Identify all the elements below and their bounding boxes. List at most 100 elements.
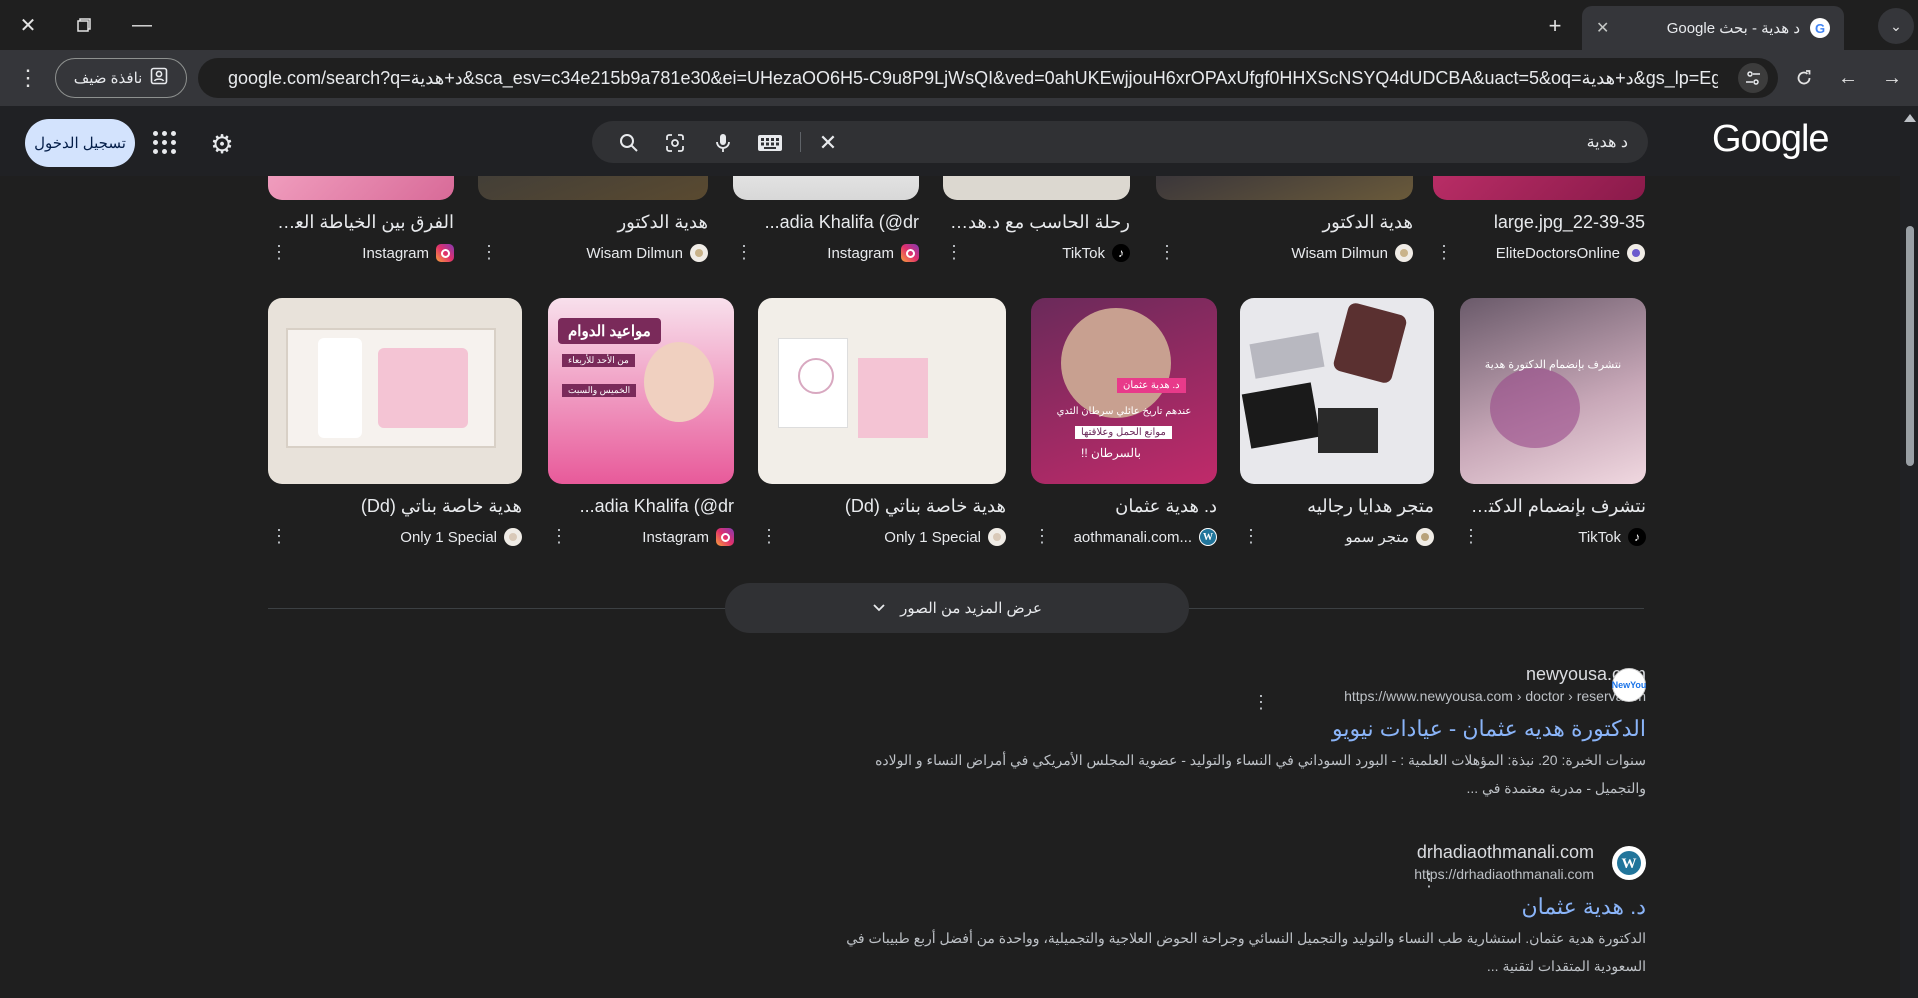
image-thumbnail[interactable] (478, 176, 708, 200)
result-site-name[interactable]: drhadiaothmanali.com (1194, 842, 1594, 863)
settings-gear-icon[interactable]: ⚙ (204, 126, 240, 162)
image-result[interactable]: هدية خاصة بناتي (Dd) Only 1 Special ⋮ (758, 298, 1006, 564)
image-more-options-icon[interactable]: ⋮ (945, 242, 963, 263)
result-site-name[interactable]: newyousa.com (1246, 664, 1646, 685)
result-title-link[interactable]: د. هدية عثمان (1521, 894, 1646, 920)
image-source[interactable]: Wisam Dilmun (1291, 244, 1413, 262)
hours-title: مواعيد الدوام (558, 318, 661, 344)
address-bar[interactable]: google.com/search?q=د+هدية&sca_esv=c34e2… (198, 58, 1778, 98)
image-more-options-icon[interactable]: ⋮ (1033, 526, 1051, 547)
image-result[interactable]: د. هدية عثمان عندهم تاريخ عائلي سرطان الث… (1031, 298, 1217, 564)
restore-window-icon[interactable] (64, 10, 104, 40)
search-icon[interactable] (616, 130, 642, 156)
google-apps-icon[interactable] (150, 128, 180, 158)
image-title[interactable]: متجر هدايا رجاليه (1244, 496, 1434, 517)
image-result[interactable]: هدية خاصة بناتي (Dd) Only 1 Special ⋮ (268, 298, 522, 564)
image-title[interactable]: adia Khalifa (@dr... (737, 212, 919, 233)
image-result[interactable]: هدية الدكتور Wisam Dilmun ⋮ (1156, 176, 1413, 280)
image-title[interactable]: هدية خاصة بناتي (Dd) (272, 496, 522, 517)
close-tab-icon[interactable]: ✕ (1596, 18, 1609, 38)
image-title[interactable]: رحلة الحاسب مع د.هديةـ... (947, 212, 1130, 233)
image-more-options-icon[interactable]: ⋮ (1435, 242, 1453, 263)
image-result[interactable]: متجر هدايا رجاليه متجر سمو ⋮ (1240, 298, 1434, 564)
image-more-options-icon[interactable]: ⋮ (550, 526, 568, 547)
show-more-images-button[interactable]: عرض المزيد من الصور (725, 583, 1189, 633)
image-source[interactable]: ♪ TikTok (1578, 528, 1646, 546)
tab-search-button[interactable]: ⌄ (1878, 8, 1914, 44)
browser-menu-icon[interactable]: ⋮ (14, 64, 42, 92)
image-more-options-icon[interactable]: ⋮ (1242, 526, 1260, 547)
image-title[interactable]: الفرق بين الخياطة العادية... (272, 212, 454, 233)
image-title[interactable]: large.jpg_22-39-35 (1437, 212, 1645, 233)
image-thumbnail[interactable] (1156, 176, 1413, 200)
google-lens-icon[interactable] (662, 130, 688, 156)
image-source[interactable]: W ...aothmanali.com (1074, 528, 1217, 546)
google-logo[interactable]: Google (1712, 118, 1830, 161)
image-title[interactable]: هدية خاصة بناتي (Dd) (762, 496, 1006, 517)
minimize-window-icon[interactable]: — (122, 10, 162, 40)
image-thumbnail[interactable]: نتشرف بإنضمام الدكتورة هدية (1460, 298, 1646, 484)
image-source[interactable]: Only 1 Special (400, 528, 522, 546)
source-name: Wisam Dilmun (586, 244, 683, 262)
sign-in-button[interactable]: تسجيل الدخول (25, 119, 135, 167)
image-title[interactable]: هدية الدكتور (1160, 212, 1413, 233)
image-result[interactable]: رحلة الحاسب مع د.هديةـ... ♪ TikTok ⋮ (943, 176, 1130, 280)
image-more-options-icon[interactable]: ⋮ (760, 526, 778, 547)
microphone-icon[interactable] (710, 130, 736, 156)
forward-arrow-icon[interactable]: → (1878, 64, 1906, 92)
result-cite[interactable]: https://www.newyousa.com › doctor › rese… (1246, 688, 1646, 704)
site-info-icon[interactable] (1738, 63, 1768, 93)
image-thumbnail[interactable] (1433, 176, 1645, 200)
new-tab-button[interactable]: + (1540, 12, 1570, 40)
image-more-options-icon[interactable]: ⋮ (1462, 526, 1480, 547)
image-thumbnail[interactable] (758, 298, 1006, 484)
search-box[interactable]: ✕ (592, 121, 1648, 163)
thumb-caption: بالسرطان !! (1081, 446, 1141, 460)
guest-profile-button[interactable]: نافذة ضيف (55, 58, 187, 98)
result-cite[interactable]: https://drhadiaothmanali.com (1194, 866, 1594, 882)
image-thumbnail[interactable] (268, 298, 522, 484)
image-title[interactable]: هدية الدكتور (482, 212, 708, 233)
image-source[interactable]: EliteDoctorsOnline (1496, 244, 1645, 262)
image-more-options-icon[interactable]: ⋮ (270, 526, 288, 547)
keyboard-icon[interactable] (754, 130, 786, 156)
image-thumbnail[interactable] (943, 176, 1130, 200)
image-result[interactable]: نتشرف بإنضمام الدكتورة هدية نتشرف بإنضمام… (1460, 298, 1646, 564)
image-source[interactable]: متجر سمو (1345, 528, 1434, 546)
image-result[interactable]: large.jpg_22-39-35 EliteDoctorsOnline ⋮ (1433, 176, 1645, 280)
close-window-icon[interactable]: ✕ (8, 10, 48, 40)
image-more-options-icon[interactable]: ⋮ (735, 242, 753, 263)
image-thumbnail[interactable]: الفرق بين (268, 176, 454, 200)
browser-tab[interactable]: G د هدية - بحث Google ✕ (1582, 6, 1844, 50)
image-source[interactable]: Instagram (642, 528, 734, 546)
image-result[interactable]: الفرق بين الفرق بين الخياطة العادية... Ins… (268, 176, 454, 280)
result-more-icon[interactable]: ⋮ (1420, 870, 1438, 891)
image-thumbnail[interactable]: مواعيد الدوام من الأحد للأربعاء الخميس وال… (548, 298, 734, 484)
image-result[interactable]: مواعيد الدوام من الأحد للأربعاء الخميس وال… (548, 298, 734, 564)
reload-icon[interactable] (1790, 64, 1818, 92)
image-more-options-icon[interactable]: ⋮ (270, 242, 288, 263)
result-more-icon[interactable]: ⋮ (1252, 692, 1270, 713)
result-title-link[interactable]: الدكتورة هديه عثمان - عيادات نيويو (1332, 716, 1646, 742)
image-thumbnail[interactable] (1240, 298, 1434, 484)
image-title[interactable]: نتشرف بإنضمام الدكتوره... (1464, 496, 1646, 517)
wordpress-icon: W (1199, 528, 1217, 546)
image-thumbnail[interactable]: د. هدية عثمان عندهم تاريخ عائلي سرطان الث… (1031, 298, 1217, 484)
image-thumbnail[interactable] (733, 176, 919, 200)
image-source[interactable]: Only 1 Special (884, 528, 1006, 546)
image-title[interactable]: د. هدية عثمان (1035, 496, 1217, 517)
scroll-up-arrow-icon[interactable] (1904, 114, 1916, 122)
image-more-options-icon[interactable]: ⋮ (1158, 242, 1176, 263)
image-source[interactable]: ♪ TikTok (1062, 244, 1130, 262)
image-source[interactable]: Instagram (827, 244, 919, 262)
image-result[interactable]: adia Khalifa (@dr... Instagram ⋮ (733, 176, 919, 280)
scrollbar-thumb[interactable] (1906, 226, 1914, 466)
image-title[interactable]: adia Khalifa (@dr... (552, 496, 734, 517)
back-arrow-icon[interactable]: ← (1834, 64, 1862, 92)
image-source[interactable]: Instagram (362, 244, 454, 262)
image-source[interactable]: Wisam Dilmun (586, 244, 708, 262)
clear-search-icon[interactable]: ✕ (815, 130, 841, 156)
image-more-options-icon[interactable]: ⋮ (480, 242, 498, 263)
search-input[interactable] (1328, 121, 1628, 163)
image-result[interactable]: هدية الدكتور Wisam Dilmun ⋮ (478, 176, 708, 280)
